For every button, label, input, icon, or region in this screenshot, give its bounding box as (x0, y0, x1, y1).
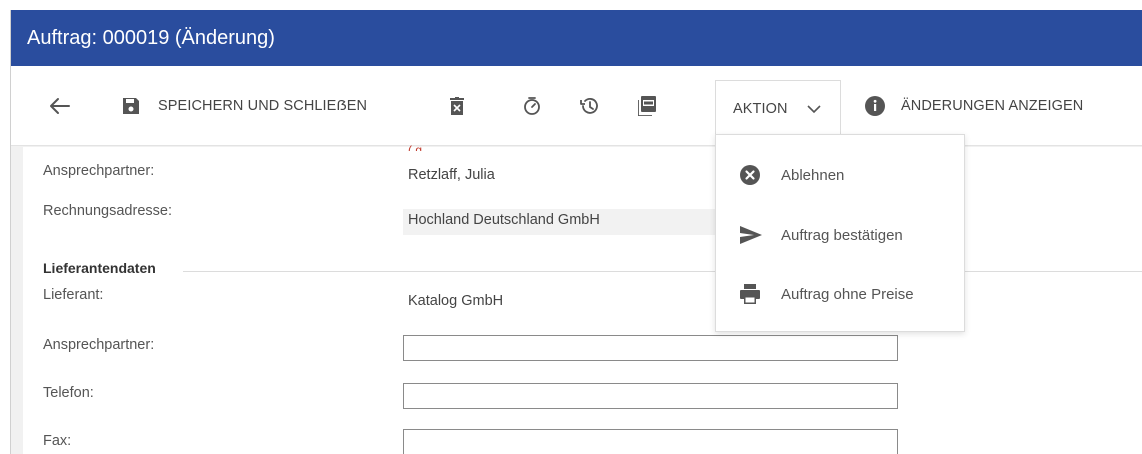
history-icon (580, 98, 598, 114)
close-circle-icon (740, 165, 760, 185)
printer-icon (740, 284, 760, 304)
form-area: ( g Ansprechpartner: Retzlaff, Julia Rec… (23, 143, 1142, 454)
section-divider (183, 271, 1142, 272)
aktion-dropdown[interactable]: AKTION (715, 80, 841, 136)
menu-item-auftrag-ohne-preise[interactable]: Auftrag ohne Preise (716, 269, 964, 319)
menu-item-ablehnen[interactable]: Ablehnen (716, 150, 964, 200)
pdf-icon (638, 96, 656, 116)
contact-label: Ansprechpartner: (43, 163, 155, 179)
show-changes-label: ÄNDERUNGEN ANZEIGEN (901, 98, 1084, 114)
arrow-left-icon (50, 98, 70, 114)
required-marker: ( g (408, 143, 423, 151)
contact-value: Retzlaff, Julia (408, 167, 495, 183)
save-icon (123, 98, 139, 114)
supplier-contact-input[interactable] (403, 335, 898, 361)
fax-input[interactable] (403, 429, 898, 454)
phone-label: Telefon: (43, 385, 94, 401)
save-and-close-button[interactable]: SPEICHERN UND SCHLIEẞEN (122, 66, 367, 146)
menu-item-label: Auftrag ohne Preise (781, 285, 914, 303)
window: Auftrag: 000019 (Änderung) SPEICHERN UND… (10, 10, 1142, 454)
pdf-button[interactable] (638, 66, 656, 146)
supplier-section-title: Lieferantendaten (43, 260, 156, 276)
aktion-menu: Ablehnen Auftrag bestätigen Auftrag ohne… (715, 134, 965, 332)
delete-button[interactable] (450, 66, 464, 146)
phone-input[interactable] (403, 383, 898, 409)
save-and-close-label: SPEICHERN UND SCHLIEẞEN (158, 98, 368, 114)
chevron-down-icon (807, 104, 821, 113)
fax-label: Fax: (43, 433, 72, 449)
billing-value: Hochland Deutschland GmbH (408, 212, 600, 228)
back-button[interactable] (49, 66, 71, 146)
menu-item-label: Auftrag bestätigen (781, 226, 903, 244)
history-button[interactable] (579, 66, 601, 146)
timer-icon (524, 97, 540, 115)
menu-item-auftrag-bestaetigen[interactable]: Auftrag bestätigen (716, 210, 964, 260)
aktion-label: AKTION (733, 100, 788, 117)
timer-button[interactable] (522, 66, 542, 146)
supplier-value: Katalog GmbH (408, 293, 504, 309)
trash-icon (450, 97, 464, 115)
info-icon (865, 96, 885, 116)
window-title: Auftrag: 000019 (Änderung) (11, 10, 1142, 66)
send-icon (740, 226, 762, 244)
menu-item-label: Ablehnen (781, 166, 845, 184)
supplier-label: Lieferant: (43, 287, 104, 303)
toolbar: SPEICHERN UND SCHLIEẞEN AKTION ÄNDERUNGE… (11, 66, 1142, 146)
billing-label: Rechnungsadresse: (43, 203, 172, 219)
supplier-contact-label: Ansprechpartner: (43, 337, 155, 353)
